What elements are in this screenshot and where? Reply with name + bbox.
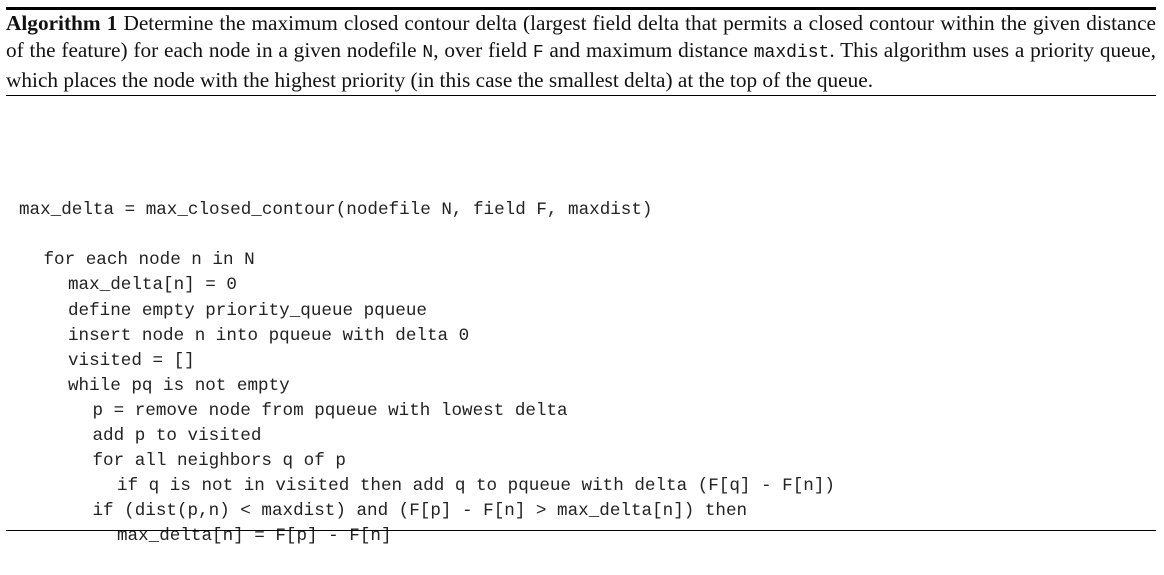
pseudocode-block: max_delta = max_closed_contour(nodefile …: [19, 148, 835, 575]
code-line: max_delta[n] = F[p] - F[n]: [117, 526, 392, 547]
bottom-rule: [6, 530, 1156, 531]
caption-code-N: N: [422, 43, 434, 63]
pseudocode-body: for each node n in N max_delta[n] = 0 defi…: [19, 248, 835, 549]
caption-code-F: F: [532, 43, 544, 63]
code-line: add p to visited: [92, 426, 262, 447]
code-line: if (dist(p,n) < maxdist) and (F[p] - F[n…: [92, 501, 748, 522]
caption-rule: [6, 95, 1156, 96]
algorithm-label: Algorithm 1: [6, 11, 118, 35]
code-line: while pq is not empty: [68, 375, 290, 396]
code-line: if q is not in visited then add q to pqu…: [117, 476, 835, 497]
code-line: p = remove node from pqueue with lowest …: [92, 400, 568, 421]
code-line: insert node n into pqueue with delta 0: [68, 325, 470, 346]
algorithm-caption: Algorithm 1 Determine the maximum closed…: [6, 10, 1156, 94]
code-line: for all neighbors q of p: [92, 451, 346, 472]
caption-code-maxdist: maxdist: [753, 43, 830, 63]
code-line: for each node n in N: [43, 250, 255, 271]
caption-text: , over field: [433, 38, 533, 62]
code-line: max_delta[n] = 0: [68, 275, 237, 296]
code-line: visited = []: [68, 350, 195, 371]
caption-text: and maximum distance: [543, 38, 754, 62]
code-line: define empty priority_queue pqueue: [68, 300, 427, 321]
function-signature: max_delta = max_closed_contour(nodefile …: [19, 200, 653, 221]
